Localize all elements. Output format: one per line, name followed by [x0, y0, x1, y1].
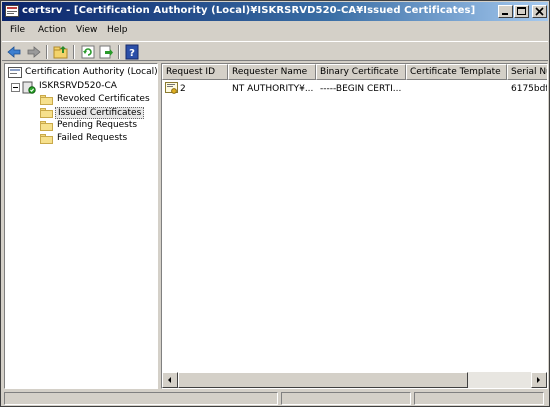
folder-icon [40, 95, 53, 105]
menu-view[interactable]: View [76, 25, 97, 35]
status-panel [281, 392, 411, 405]
cell-binary-certificate: -----BEGIN CERTI... [320, 84, 402, 94]
horizontal-scrollbar[interactable] [162, 372, 547, 388]
scroll-left-button[interactable] [162, 372, 178, 388]
status-panel [414, 392, 544, 405]
arrow-right-icon [537, 377, 540, 383]
scroll-right-button[interactable] [531, 372, 547, 388]
tree-root-label[interactable]: Certification Authority (Local) [23, 67, 157, 77]
back-arrow-icon[interactable] [6, 44, 22, 60]
maximize-icon [517, 7, 526, 15]
up-folder-icon[interactable] [53, 44, 69, 60]
maximize-button[interactable] [514, 5, 529, 18]
cell-request-id: 2 [180, 84, 186, 94]
column-requester-name[interactable]: Requester Name [228, 64, 316, 80]
help-icon[interactable]: ? [124, 44, 140, 60]
certsrv-app-icon [5, 5, 19, 17]
ca-server-icon [22, 81, 36, 94]
status-panel [4, 392, 278, 405]
scroll-thumb[interactable] [178, 372, 468, 388]
tree-item-issued[interactable]: Issued Certificates [55, 107, 145, 119]
folder-icon [40, 134, 53, 144]
svg-text:?: ? [129, 48, 135, 59]
tree-pane[interactable]: Certification Authority (Local) ISKRSRVD… [4, 63, 158, 389]
toolbar-separator [46, 45, 48, 59]
minimize-icon [502, 13, 508, 15]
cell-serial-number: 6175bdf8 [511, 84, 547, 94]
tree-ca-label[interactable]: ISKRSRVD520-CA [37, 81, 119, 91]
column-request-id[interactable]: Request ID [162, 64, 228, 80]
menu-action[interactable]: Action [38, 25, 66, 35]
close-icon [535, 7, 544, 16]
tree-item-pending[interactable]: Pending Requests [55, 120, 139, 130]
title-bar[interactable]: certsrv - [Certification Authority (Loca… [2, 2, 548, 21]
certificate-authority-icon [8, 67, 22, 78]
toolbar-separator [118, 45, 120, 59]
collapse-minus-icon[interactable] [11, 83, 20, 92]
folder-icon [40, 121, 53, 131]
arrow-left-icon [168, 377, 171, 383]
toolbar: ? [2, 41, 548, 61]
tree-item-failed[interactable]: Failed Requests [55, 133, 129, 143]
cell-certificate-template [410, 83, 505, 95]
column-serial-number[interactable]: Serial Nu [507, 64, 547, 80]
list-header: Request ID Requester Name Binary Certifi… [162, 64, 547, 80]
minimize-button[interactable] [498, 5, 513, 18]
menu-file[interactable]: File [10, 25, 25, 35]
cell-requester-name: NT AUTHORITY¥... [232, 84, 314, 94]
forward-arrow-icon[interactable] [26, 44, 42, 60]
status-bar [2, 391, 548, 406]
export-list-icon[interactable] [98, 44, 114, 60]
list-pane[interactable]: Request ID Requester Name Binary Certifi… [161, 63, 548, 389]
refresh-icon[interactable] [80, 44, 96, 60]
certificate-icon [165, 82, 178, 94]
toolbar-separator [73, 45, 75, 59]
menu-help[interactable]: Help [107, 25, 128, 35]
close-button[interactable] [532, 5, 547, 18]
folder-open-icon [40, 108, 53, 118]
main-window: certsrv - [Certification Authority (Loca… [0, 0, 550, 407]
column-certificate-template[interactable]: Certificate Template [406, 64, 507, 80]
menu-bar: File Action View Help [2, 22, 548, 40]
column-binary-certificate[interactable]: Binary Certificate [316, 64, 406, 80]
window-title: certsrv - [Certification Authority (Loca… [22, 5, 476, 16]
tree-item-revoked[interactable]: Revoked Certificates [55, 94, 152, 104]
